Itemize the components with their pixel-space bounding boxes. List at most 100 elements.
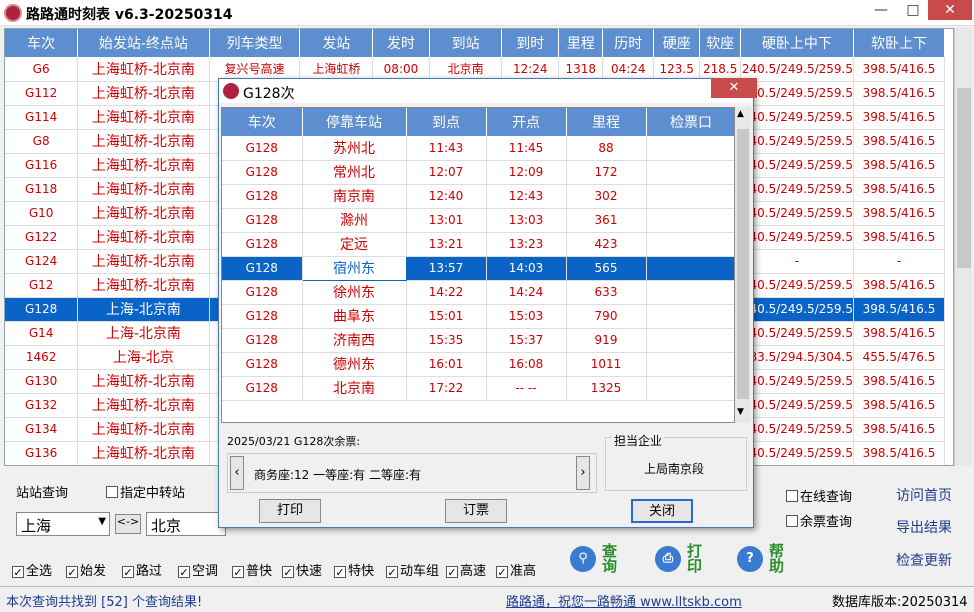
- stop-row[interactable]: G128 济南西 15:35 15:37 919: [222, 328, 734, 353]
- from-station-select[interactable]: 上海 ▼: [16, 512, 110, 536]
- table-cell: 曲阜东: [302, 304, 407, 329]
- column-header[interactable]: 到时: [501, 29, 560, 57]
- column-header[interactable]: 开点: [486, 108, 567, 136]
- stop-row[interactable]: G128 滁州 13:01 13:03 361: [222, 208, 734, 233]
- results-scrollbar[interactable]: [954, 28, 972, 466]
- table-cell: [646, 352, 734, 377]
- table-cell: 13:57: [406, 256, 487, 281]
- table-cell: [646, 328, 734, 353]
- column-header[interactable]: 车次: [222, 108, 303, 136]
- stop-row[interactable]: G128 常州北 12:07 12:09 172: [222, 160, 734, 185]
- column-header[interactable]: 发站: [299, 29, 374, 57]
- table-cell: [646, 304, 734, 329]
- stop-row[interactable]: G128 定远 13:21 13:23 423: [222, 232, 734, 257]
- dialog-print-button[interactable]: 打印: [259, 499, 321, 523]
- dialog-close-icon[interactable]: ✕: [711, 78, 757, 98]
- column-header[interactable]: 硬座: [653, 29, 701, 57]
- print-button[interactable]: ⎙ 打印: [655, 544, 705, 574]
- scroll-thumb[interactable]: [737, 129, 749, 399]
- remaining-query-checkbox[interactable]: 余票查询: [786, 511, 852, 530]
- column-header[interactable]: 始发站-终点站: [77, 29, 210, 57]
- stop-row[interactable]: G128 南京南 12:40 12:43 302: [222, 184, 734, 209]
- table-cell: 398.5/416.5: [853, 417, 945, 442]
- table-cell: 172: [566, 160, 647, 185]
- table-cell: 上海-北京南: [77, 321, 210, 346]
- visit-home-link[interactable]: 访问首页: [896, 485, 952, 505]
- filter-checkbox[interactable]: ✓ 始发: [66, 560, 106, 579]
- filter-checkbox[interactable]: ✓ 高速: [446, 560, 486, 579]
- table-cell: 398.5/416.5: [853, 273, 945, 298]
- stop-row[interactable]: G128 宿州东 13:57 14:03 565: [222, 255, 734, 281]
- stops-scrollbar[interactable]: ▲ ▼: [735, 107, 751, 423]
- filter-checkbox[interactable]: ✓ 动车组: [386, 560, 439, 579]
- table-cell: 398.5/416.5: [853, 225, 945, 250]
- column-header[interactable]: 到站: [429, 29, 503, 57]
- scroll-down-icon[interactable]: ▼: [737, 407, 744, 417]
- table-cell: G6: [5, 57, 79, 82]
- column-header[interactable]: 列车类型: [209, 29, 301, 57]
- stops-table[interactable]: 车次 停靠车站 到点 开点 里程 检票口 G128 苏州北 11:43 11:45 88 G128 常…: [221, 107, 735, 423]
- stop-row[interactable]: G128 德州东 16:01 16:08 1011: [222, 352, 734, 377]
- table-cell: 16:08: [486, 352, 567, 377]
- column-header[interactable]: 停靠车站: [302, 108, 407, 136]
- export-results-link[interactable]: 导出结果: [896, 517, 952, 537]
- table-cell: 13:21: [406, 232, 487, 257]
- dialog-close-button[interactable]: 关闭: [631, 499, 693, 523]
- ticket-next-button[interactable]: ›: [576, 456, 590, 490]
- filter-checkbox[interactable]: ✓ 普快: [232, 560, 272, 579]
- stop-row[interactable]: G128 北京南 17:22 -- -- 1325: [222, 376, 734, 401]
- stop-row[interactable]: G128 苏州北 11:43 11:45 88: [222, 136, 734, 161]
- table-cell: 定远: [302, 232, 407, 257]
- column-header[interactable]: 到点: [406, 108, 487, 136]
- column-header[interactable]: 发时: [372, 29, 430, 57]
- table-cell: G114: [5, 105, 79, 130]
- column-header[interactable]: 检票口: [646, 108, 734, 136]
- ticket-prev-button[interactable]: ‹: [230, 456, 244, 490]
- stop-row[interactable]: G128 徐州东 14:22 14:24 633: [222, 280, 734, 305]
- swap-button[interactable]: <->: [115, 514, 141, 534]
- database-version: 数据库版本:20250314: [832, 595, 968, 610]
- table-cell: 上海虹桥-北京南: [77, 441, 210, 465]
- table-cell: 15:35: [406, 328, 487, 353]
- column-header[interactable]: 里程: [566, 108, 647, 136]
- filter-checkbox[interactable]: ✓ 准高: [496, 560, 536, 579]
- table-cell: G128: [5, 297, 79, 322]
- check-update-link[interactable]: 检查更新: [896, 550, 952, 570]
- help-button[interactable]: ? 帮助: [737, 544, 787, 574]
- table-cell: 240.5/249.5/259.5: [740, 177, 855, 202]
- table-cell: 徐州东: [302, 280, 407, 305]
- scroll-up-icon[interactable]: ▲: [737, 109, 744, 119]
- table-cell: 398.5/416.5: [853, 177, 945, 202]
- book-ticket-button[interactable]: 订票: [445, 499, 507, 523]
- table-cell: 上海虹桥-北京南: [77, 153, 210, 178]
- filter-checkbox[interactable]: ✓ 全选: [12, 560, 52, 579]
- filter-checkbox[interactable]: ✓ 快速: [282, 560, 322, 579]
- column-header[interactable]: 车次: [5, 29, 79, 57]
- column-header[interactable]: 硬卧上中下: [740, 29, 855, 57]
- table-cell: 398.5/416.5: [853, 81, 945, 106]
- table-cell: G132: [5, 393, 79, 418]
- column-header[interactable]: 软卧上下: [853, 29, 945, 57]
- filter-checkbox[interactable]: ✓ 空调: [178, 560, 218, 579]
- transfer-checkbox[interactable]: 指定中转站: [106, 482, 185, 501]
- website-link[interactable]: 路路通，祝您一路畅通 www.lltskb.com: [506, 591, 742, 610]
- filter-checkbox[interactable]: ✓ 特快: [334, 560, 374, 579]
- minimize-button[interactable]: —: [866, 0, 896, 20]
- table-cell: 240.5/249.5/259.5: [740, 369, 855, 394]
- column-header[interactable]: 软座: [699, 29, 741, 57]
- close-button[interactable]: ✕: [928, 0, 972, 20]
- table-cell: G128: [222, 232, 303, 257]
- scroll-thumb[interactable]: [957, 88, 971, 268]
- table-cell: 12:09: [486, 160, 567, 185]
- table-cell: G128: [222, 280, 303, 305]
- query-button[interactable]: ⚲ 查询: [570, 544, 620, 574]
- filter-checkbox[interactable]: ✓ 路过: [122, 560, 162, 579]
- table-cell: 上海虹桥-北京南: [77, 57, 210, 82]
- stop-row[interactable]: G128 曲阜东 15:01 15:03 790: [222, 304, 734, 329]
- column-header[interactable]: 历时: [602, 29, 654, 57]
- column-header[interactable]: 里程: [558, 29, 604, 57]
- online-query-checkbox[interactable]: 在线查询: [786, 486, 852, 505]
- to-station-select[interactable]: 北京: [146, 512, 226, 536]
- maximize-button[interactable]: □: [898, 0, 928, 20]
- table-cell: [646, 256, 734, 281]
